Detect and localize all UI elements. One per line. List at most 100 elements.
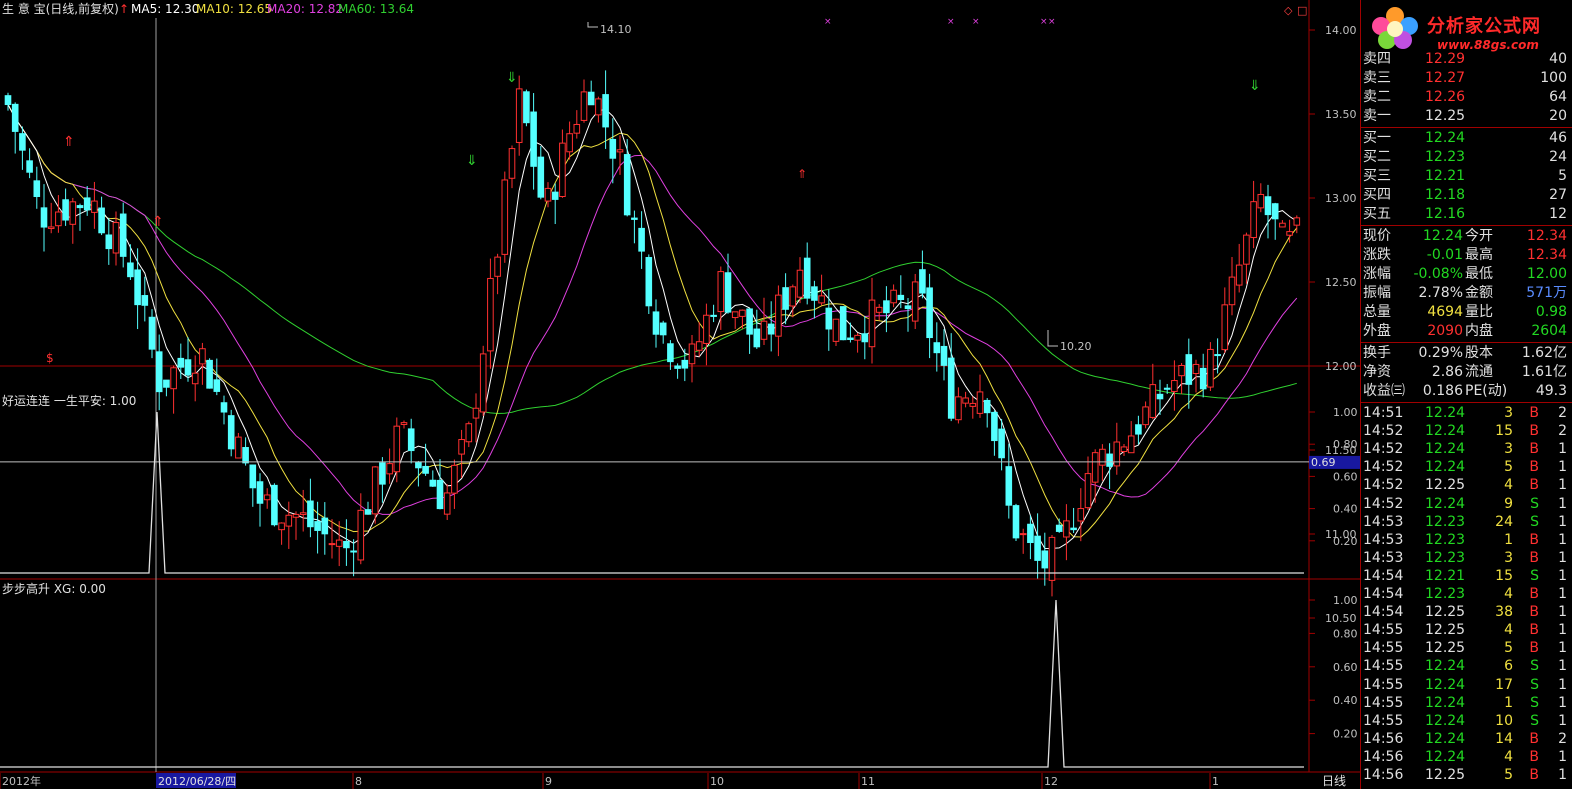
candle-body <box>1286 231 1293 236</box>
candle-body <box>357 509 365 561</box>
candle-body <box>26 160 33 173</box>
candle-body <box>1034 535 1041 561</box>
candle-body <box>926 287 933 339</box>
candle-body <box>213 379 221 392</box>
trade-tick-row: 14:54 12.25 38 B 1 <box>1363 604 1567 621</box>
candle-body <box>940 345 948 366</box>
candle-body <box>494 256 501 277</box>
candle-body <box>105 234 113 250</box>
stock-title: 生 意 宝(日线,前复权) <box>2 1 119 16</box>
candle-body <box>616 149 624 153</box>
candle-body <box>544 187 552 202</box>
svg-text:10: 10 <box>710 775 724 788</box>
candle-body <box>746 308 753 335</box>
stat-row: 现价 12.24 今开 12.34 <box>1363 228 1567 244</box>
candle-body <box>573 123 581 134</box>
svg-text:⇓: ⇓ <box>466 153 478 169</box>
candle-body <box>487 277 494 352</box>
sell-level-3: 卖三 12.27 100 <box>1363 70 1567 86</box>
svg-text:11: 11 <box>861 775 875 788</box>
indicator2-title: 步步高升 XG: 0.00 <box>2 581 106 596</box>
indicator-tick: 0.20 <box>1333 728 1358 741</box>
candle-body <box>155 351 163 393</box>
candle-body <box>602 94 609 128</box>
candle-body <box>256 481 264 504</box>
candle-body <box>710 314 717 317</box>
candle-body <box>962 397 969 404</box>
ma5-path <box>7 104 1298 550</box>
price-tick: 10.50 <box>1325 612 1357 625</box>
candle-body <box>299 512 307 515</box>
candle-body <box>148 316 156 350</box>
date-axis: 2012年 2012/06/28/四 8 9 10 11 12 1 日线 <box>0 773 1346 789</box>
indicator-tick: 0.20 <box>1333 535 1358 548</box>
sell-level-2: 卖二 12.26 64 <box>1363 89 1567 105</box>
candle-body <box>472 407 480 419</box>
candle-body <box>803 257 811 299</box>
stat-row: 总量 4694 量比 0.98 <box>1363 304 1567 320</box>
indicator1-line <box>0 411 1304 574</box>
svg-text:12: 12 <box>1044 775 1058 788</box>
trade-tick-row: 14:53 12.23 24 S 1 <box>1363 513 1567 530</box>
candle-body <box>659 322 667 336</box>
candle-body <box>314 521 321 531</box>
candle-body <box>1005 466 1013 506</box>
candle-body <box>263 494 271 501</box>
ma10-label: MA10: 12.65 <box>196 2 272 16</box>
svg-text:$: $ <box>46 351 54 365</box>
period-label[interactable]: 日线 <box>1322 774 1346 788</box>
candle-body <box>731 311 739 319</box>
indicator1-axis: 1.00 0.80 0.60 0.40 0.20 <box>1309 406 1358 548</box>
svg-text:10.20: 10.20 <box>1060 340 1092 353</box>
candle-body <box>119 213 127 257</box>
site-logo: 分析家公式网 www.88gs.com <box>1367 4 1567 52</box>
up-arrow-icon: ↑ <box>119 2 129 16</box>
svg-text:2012年: 2012年 <box>2 774 41 788</box>
candle-body <box>422 465 429 474</box>
candle-body <box>551 191 559 200</box>
candle-body <box>40 207 48 228</box>
candle-body <box>782 287 789 310</box>
candle-body <box>1214 354 1221 357</box>
candle-body <box>1228 276 1236 306</box>
candle-body <box>1185 354 1193 385</box>
candle-body <box>789 286 797 307</box>
candle-body <box>112 222 120 254</box>
buy-level-1: 买一 12.24 46 <box>1363 130 1567 146</box>
candle-body <box>890 289 897 304</box>
candle-body <box>1041 550 1049 569</box>
kline-chart[interactable]: 生 意 宝(日线,前复权) ↑ MA5: 12.30 MA10: 12.65 M… <box>0 0 1360 789</box>
svg-text:⇓: ⇓ <box>1249 78 1261 94</box>
diamond-icon[interactable]: ◇ <box>1284 4 1293 17</box>
trade-tick-row: 14:52 12.25 4 B 1 <box>1363 477 1567 494</box>
candle-body <box>83 197 91 211</box>
stat-row: 涨跌 -0.01 最高 12.34 <box>1363 247 1567 263</box>
candle-body <box>220 402 228 413</box>
trade-tick-row: 14:52 12.24 5 B 1 <box>1363 459 1567 476</box>
candle-body <box>847 337 854 341</box>
ma60-label: MA60: 13.64 <box>338 2 414 16</box>
candle-body <box>652 311 660 335</box>
candle-body <box>249 464 257 489</box>
svg-text:⇓: ⇓ <box>506 70 518 86</box>
candle-body <box>825 307 833 330</box>
candle-body <box>443 492 451 515</box>
candle-body <box>235 436 242 459</box>
divider <box>1361 127 1572 128</box>
candle-body <box>976 391 984 414</box>
candle-body <box>285 514 293 527</box>
trade-tick-row: 14:52 12.24 3 B 1 <box>1363 441 1567 458</box>
candle-body <box>350 550 357 553</box>
stat-row: 换手 0.29% 股本 1.62亿 <box>1363 345 1567 361</box>
svg-text:0.69: 0.69 <box>1311 456 1336 469</box>
candle-body <box>134 269 141 306</box>
svg-text:⇑: ⇑ <box>152 214 164 230</box>
candle-body <box>530 111 537 167</box>
stat-row: 收益㈢ 0.186 PE(动) 49.3 <box>1363 383 1567 399</box>
indicator-tick: 1.00 <box>1333 594 1358 607</box>
trade-tick-row: 14:51 12.24 3 B 2 <box>1363 405 1567 421</box>
candle-body <box>717 271 725 313</box>
candle-body <box>91 200 98 213</box>
close-box-icon[interactable]: □ <box>1297 4 1307 17</box>
candle-body <box>393 425 401 473</box>
